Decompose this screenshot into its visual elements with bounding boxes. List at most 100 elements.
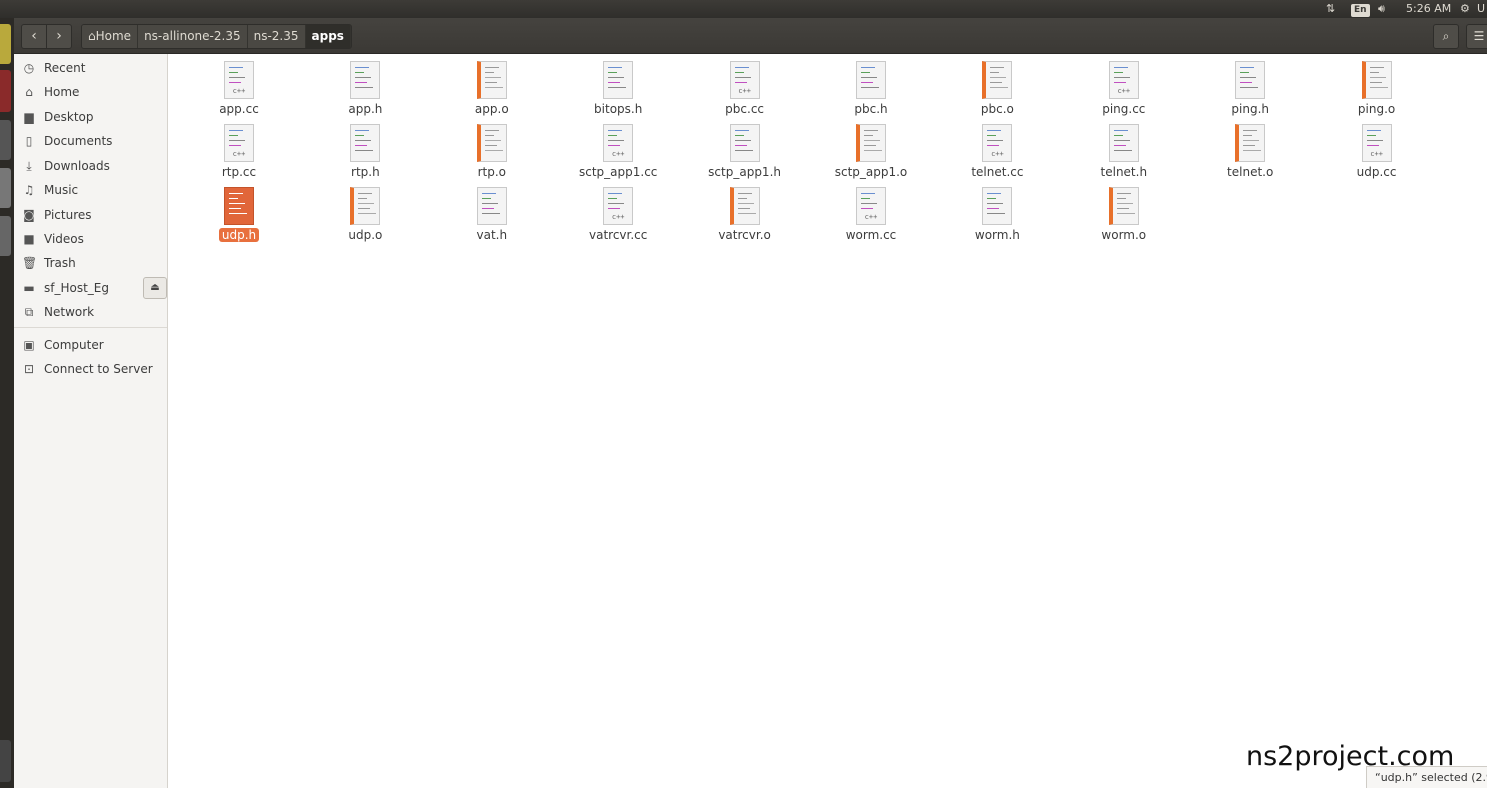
trash-icon: 🗑︎ [22, 256, 38, 270]
back-button[interactable]: ‹ [21, 24, 47, 49]
clock-icon: ◷ [23, 61, 35, 75]
file-item[interactable]: c++ ping.cc [1061, 58, 1187, 118]
file-item[interactable]: c++ rtp.cc [176, 121, 302, 181]
breadcrumb-home[interactable]: ⌂Home [82, 25, 139, 48]
launcher-dash-icon[interactable] [0, 24, 11, 64]
toolbar: ‹ › ⌂Home ns-allinone-2.35 ns-2.35 apps … [14, 18, 1487, 54]
sidebar-item-computer[interactable]: ▣ Computer [14, 334, 167, 356]
volume-icon[interactable]: 🔊︎ [1378, 2, 1385, 16]
launcher-files-icon[interactable] [0, 120, 11, 160]
file-item[interactable]: vat.h [429, 184, 555, 244]
file-item[interactable]: c++ pbc.cc [682, 58, 808, 118]
file-name: bitops.h [555, 102, 681, 117]
file-name-label: telnet.h [1100, 165, 1148, 179]
file-item[interactable]: rtp.h [302, 121, 428, 181]
file-item[interactable]: pbc.h [808, 58, 934, 118]
breadcrumb-ns-235[interactable]: ns-2.35 [247, 25, 306, 48]
object-file-icon [476, 124, 507, 162]
file-item[interactable]: worm.h [934, 184, 1060, 244]
home-icon: ⌂ [88, 29, 96, 43]
sidebar-item-documents[interactable]: ▯ Documents [14, 130, 167, 152]
file-name-label: vatrcvr.o [718, 228, 771, 242]
object-file-icon [729, 187, 760, 225]
file-name: worm.h [934, 228, 1060, 243]
breadcrumb: ⌂Home ns-allinone-2.35 ns-2.35 apps [81, 24, 352, 49]
view-toggle-button[interactable]: ☰ [1466, 24, 1487, 49]
file-name: ping.cc [1061, 102, 1187, 117]
file-name-label: udp.cc [1356, 165, 1397, 179]
file-item[interactable]: ping.o [1314, 58, 1440, 118]
sidebar-item-connect-to-server[interactable]: ⊡ Connect to Server [14, 358, 167, 380]
user-initial[interactable]: U [1477, 2, 1485, 16]
header-file-icon [1108, 124, 1139, 162]
file-item[interactable]: app.o [429, 58, 555, 118]
file-name: vat.h [429, 228, 555, 243]
header-file-icon [476, 187, 507, 225]
file-name-label: vatrcvr.cc [589, 228, 648, 242]
sidebar-item-videos[interactable]: ■ Videos [14, 228, 167, 250]
file-item[interactable]: telnet.o [1187, 121, 1313, 181]
file-item[interactable]: c++ udp.cc [1314, 121, 1440, 181]
file-name-label: ping.cc [1102, 102, 1146, 116]
launcher-app-icon[interactable] [0, 168, 11, 208]
file-item[interactable]: vatrcvr.o [682, 184, 808, 244]
launcher-settings-icon[interactable] [0, 216, 11, 256]
file-name: ping.h [1187, 102, 1313, 117]
header-file-icon [224, 187, 254, 225]
sidebar-item-downloads[interactable]: ⤓ Downloads [14, 155, 167, 177]
sidebar-item-desktop[interactable]: ▆ Desktop [14, 106, 167, 128]
server-icon: ⊡ [23, 362, 35, 376]
file-item[interactable]: bitops.h [555, 58, 681, 118]
cpp-file-icon: c++ [224, 124, 254, 162]
search-icon: ⌕ [1442, 29, 1450, 43]
file-item[interactable]: udp.o [302, 184, 428, 244]
file-item[interactable]: sctp_app1.o [808, 121, 934, 181]
sidebar-item-network[interactable]: ⧉ Network [14, 301, 167, 323]
file-item[interactable]: worm.o [1061, 184, 1187, 244]
sidebar-item-sf-host-eg[interactable]: ▬ sf_Host_Eg ⏏ [14, 277, 167, 299]
file-name: app.o [429, 102, 555, 117]
keyboard-layout-indicator[interactable]: En [1351, 2, 1370, 17]
forward-button[interactable]: › [46, 24, 72, 49]
file-name: sctp_app1.cc [555, 165, 681, 180]
file-item[interactable]: c++ vatrcvr.cc [555, 184, 681, 244]
top-panel: ⇅ En 🔊︎ 5:26 AM ⚙ U [0, 0, 1487, 18]
breadcrumb-ns-allinone[interactable]: ns-allinone-2.35 [138, 25, 248, 48]
sidebar-item-pictures[interactable]: ◙ Pictures [14, 204, 167, 226]
cpp-file-icon: c++ [1108, 61, 1139, 99]
file-item[interactable]: rtp.o [429, 121, 555, 181]
file-name: ping.o [1314, 102, 1440, 117]
home-icon: ⌂ [25, 85, 33, 99]
cpp-label: c++ [232, 150, 246, 158]
gear-icon[interactable]: ⚙ [1460, 2, 1470, 16]
file-view[interactable]: c++ app.cc app.h app.o bitops.h c++ pbc.cc pbc.… [172, 54, 1487, 788]
file-item[interactable]: pbc.o [934, 58, 1060, 118]
network-updown-icon[interactable]: ⇅ [1326, 2, 1335, 16]
breadcrumb-apps[interactable]: apps [305, 25, 351, 48]
file-item[interactable]: telnet.h [1061, 121, 1187, 181]
file-item[interactable]: app.h [302, 58, 428, 118]
drive-icon: ▬ [23, 281, 35, 295]
launcher-trash-icon[interactable] [0, 740, 11, 782]
cpp-label: c++ [738, 87, 751, 95]
sidebar-item-home[interactable]: ⌂ Home [14, 81, 167, 103]
file-item[interactable]: sctp_app1.h [682, 121, 808, 181]
file-item[interactable]: c++ worm.cc [808, 184, 934, 244]
file-item[interactable]: c++ telnet.cc [934, 121, 1060, 181]
launcher-app-icon[interactable] [0, 70, 11, 112]
file-item[interactable]: ping.h [1187, 58, 1313, 118]
search-button[interactable]: ⌕ [1433, 24, 1459, 49]
clock-time[interactable]: 5:26 AM [1406, 2, 1451, 16]
eject-button[interactable]: ⏏ [143, 277, 167, 299]
file-name: telnet.cc [934, 165, 1060, 180]
file-item[interactable]: c++ app.cc [176, 58, 302, 118]
sidebar-item-trash[interactable]: 🗑︎ Trash [14, 252, 167, 274]
file-item[interactable]: udp.h [176, 184, 302, 244]
file-name-label: app.cc [219, 102, 259, 116]
sidebar-item-music[interactable]: ♫ Music [14, 179, 167, 201]
file-name: rtp.h [302, 165, 428, 180]
sidebar-item-recent[interactable]: ◷ Recent [14, 57, 167, 79]
cpp-label: c++ [611, 213, 625, 221]
sidebar-divider [14, 327, 167, 328]
file-item[interactable]: c++ sctp_app1.cc [555, 121, 681, 181]
